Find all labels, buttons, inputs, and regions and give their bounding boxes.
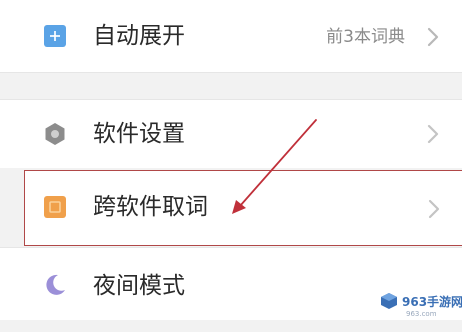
chevron-right-icon: [427, 198, 441, 220]
settings-item-label: 自动展开: [93, 23, 185, 49]
gear-icon: [43, 122, 67, 146]
settings-item-label: 跨软件取词: [93, 194, 208, 220]
settings-item-label: 软件设置: [93, 121, 185, 147]
watermark-url: 963.com: [406, 310, 437, 318]
moon-icon: [43, 273, 67, 297]
settings-item-value: 前3本词典: [326, 27, 405, 47]
chevron-right-icon: [426, 123, 440, 145]
section-gap: [0, 73, 462, 99]
chevron-right-icon: [426, 26, 440, 48]
watermark: 963手游网 963.com: [380, 288, 462, 326]
settings-item-software-settings[interactable]: 软件设置: [0, 100, 462, 168]
settings-item-cross-app-lookup[interactable]: 跨软件取词: [24, 170, 462, 246]
clipboard-icon: [43, 195, 67, 219]
expand-icon: [43, 24, 67, 48]
watermark-brand: 963手游网: [402, 295, 462, 309]
logo-icon: [380, 292, 398, 310]
settings-item-auto-expand[interactable]: 自动展开 前3本词典: [0, 0, 462, 72]
settings-item-label: 夜间模式: [93, 273, 185, 299]
